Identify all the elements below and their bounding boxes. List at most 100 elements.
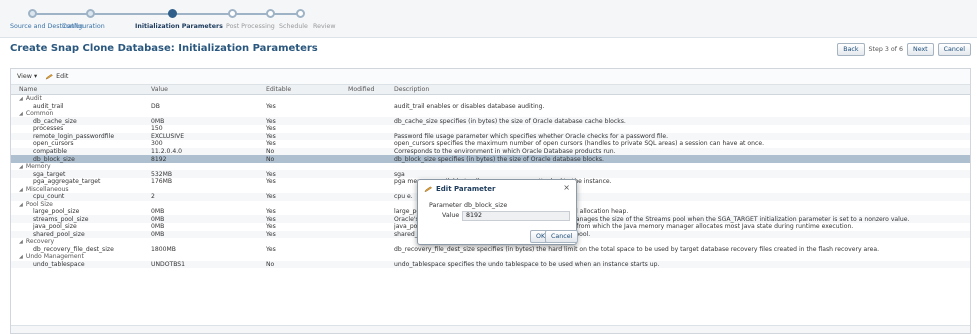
table-row[interactable]: open_cursors 300 Yes open_cursors specifies… [11, 140, 970, 148]
param-value: 1800MB [151, 245, 176, 253]
param-value: 532MB [151, 170, 173, 178]
edit-parameter-dialog: Edit Parameter × Parameter db_block_size… [417, 179, 579, 245]
param-editable: Yes [266, 117, 276, 125]
parameter-name: db_block_size [464, 202, 508, 209]
param-description: open_cursors specifies the maximum numbe… [394, 140, 765, 148]
param-description: sga [394, 170, 405, 178]
process-train: Source and Destination Configuration Initi… [0, 0, 977, 38]
param-name: shared_pool_size [33, 230, 85, 238]
group-label: Audit [25, 95, 42, 103]
param-description: db_block_size specifies (in bytes) the s… [394, 155, 604, 163]
param-value: 0MB [151, 215, 165, 223]
group-name: ◢ Pool Size [11, 201, 151, 208]
back-button[interactable]: Back [837, 43, 865, 56]
table-row[interactable]: db_recovery_file_dest_size 1800MB Yes db_re… [11, 246, 970, 254]
param-value: 150 [151, 125, 163, 133]
param-value: 0MB [151, 230, 165, 238]
group-name: ◢ Common [11, 110, 151, 117]
table-row[interactable]: db_block_size 8192 No db_block_size specifi… [11, 155, 970, 163]
column-modified[interactable]: Modified [348, 86, 394, 93]
column-description[interactable]: Description [394, 86, 970, 93]
param-editable: Yes [266, 223, 276, 231]
table-group-row[interactable]: ◢ Audit [11, 95, 970, 102]
table-row[interactable]: remote_login_passwordfile EXCLUSIVE Yes Pas… [11, 132, 970, 141]
close-icon[interactable]: × [563, 183, 570, 192]
param-name: large_pool_size [33, 208, 80, 216]
param-editable: Yes [266, 102, 276, 110]
param-editable: Yes [266, 245, 276, 253]
train-step-marker [168, 9, 177, 18]
table-row[interactable]: processes 150 Yes [11, 125, 970, 133]
edit-button[interactable]: Edit [45, 73, 68, 80]
collapse-triangle-icon[interactable]: ◢ [19, 202, 23, 208]
collapse-triangle-icon[interactable]: ◢ [19, 164, 23, 170]
column-name[interactable]: Name [11, 86, 151, 93]
train-step-label[interactable]: Configuration [62, 23, 105, 30]
param-value: 300 [151, 140, 163, 148]
step-indicator: Step 3 of 6 [868, 46, 903, 53]
group-label: Recovery [25, 238, 55, 246]
table-row[interactable]: db_cache_size 0MB Yes db_cache_size specifi… [11, 117, 970, 125]
collapse-triangle-icon[interactable]: ◢ [19, 111, 23, 117]
view-menu[interactable]: View ▾ [17, 73, 37, 80]
collapse-triangle-icon[interactable]: ◢ [19, 254, 23, 260]
param-editable: No [266, 148, 275, 156]
collapse-triangle-icon[interactable]: ◢ [19, 187, 23, 193]
table-group-row[interactable]: ◢ Undo Management [11, 253, 970, 260]
train-step-marker [296, 9, 305, 18]
param-value: 11.2.0.4.0 [151, 148, 183, 156]
param-value: DB [151, 102, 160, 110]
param-editable: Yes [266, 208, 276, 216]
dialog-cancel-button[interactable]: Cancel [545, 230, 579, 243]
table-group-row[interactable]: ◢ Memory [11, 163, 970, 170]
train-step-marker [266, 9, 275, 18]
group-name: ◢ Memory [11, 163, 151, 170]
param-description: db_recovery_file_dest_size specifies (in… [394, 245, 880, 253]
value-input[interactable]: 8192 [462, 211, 570, 221]
group-label: Undo Management [25, 253, 84, 261]
param-description: undo_tablespace specifies the undo table… [394, 260, 660, 268]
param-name: processes [33, 125, 64, 133]
param-value: EXCLUSIVE [151, 132, 185, 140]
table-row[interactable]: sga_target 532MB Yes sga [11, 170, 970, 178]
dialog-title: Edit Parameter [424, 185, 495, 193]
param-name: db_cache_size [33, 117, 77, 125]
param-editable: Yes [266, 178, 276, 186]
edit-label: Edit [56, 73, 69, 80]
table-header: Name Value Editable Modified Description [11, 85, 970, 95]
train-step-marker[interactable] [28, 9, 37, 18]
param-value: 8192 [151, 155, 167, 163]
value-label: Value [442, 212, 460, 219]
collapse-triangle-icon[interactable]: ◢ [19, 96, 23, 102]
param-editable: Yes [266, 193, 276, 201]
group-name: ◢ Undo Management [11, 253, 151, 260]
train-step-label: Initialization Parameters [135, 23, 223, 30]
collapse-triangle-icon[interactable]: ◢ [19, 239, 23, 245]
group-label: Memory [25, 163, 51, 171]
page-title: Create Snap Clone Database: Initializati… [10, 43, 318, 54]
table-toolbar: View ▾ Edit [11, 69, 970, 85]
param-editable: No [266, 155, 275, 163]
param-name: audit_trail [33, 102, 64, 110]
param-name: streams_pool_size [33, 215, 89, 223]
group-label: Pool Size [25, 200, 53, 208]
param-editable: Yes [266, 215, 276, 223]
param-name: compatible [33, 148, 68, 156]
train-step-marker [228, 9, 237, 18]
param-name: db_recovery_file_dest_size [33, 245, 114, 253]
cancel-button[interactable]: Cancel [937, 43, 971, 56]
param-description: audit_trail enables or disables database… [394, 102, 545, 110]
next-button[interactable]: Next [906, 43, 934, 56]
table-group-row[interactable]: ◢ Common [11, 110, 970, 117]
pencil-icon [424, 186, 433, 192]
param-description: db_cache_size specifies (in bytes) the s… [394, 117, 626, 125]
table-row[interactable]: undo_tablespace UNDOTBS1 No undo_tablespace… [11, 260, 970, 269]
column-value[interactable]: Value [151, 86, 266, 93]
table-row[interactable]: audit_trail DB Yes audit_trail enables or d… [11, 102, 970, 110]
group-name: ◢ Audit [11, 95, 151, 102]
param-name: java_pool_size [33, 223, 77, 231]
param-editable: Yes [266, 230, 276, 238]
column-editable[interactable]: Editable [266, 86, 348, 93]
train-step-marker[interactable] [86, 9, 95, 18]
table-row[interactable]: compatible 11.2.0.4.0 No Corresponds to the… [11, 147, 970, 156]
